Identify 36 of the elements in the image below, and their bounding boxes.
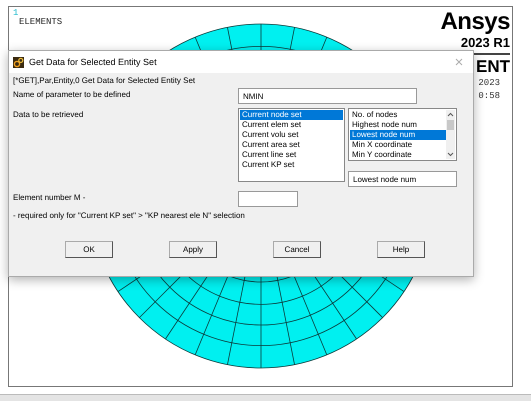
list-item[interactable]: Current area set <box>240 140 343 150</box>
logo: Ansys <box>440 9 510 35</box>
version-label: 2023 R1 <box>460 35 510 50</box>
plot-label: ELEMENTS <box>19 17 62 27</box>
plot-heading: ENT <box>476 57 510 77</box>
note-text: - required only for "Current KP set" > "KP nearest ele N" selection <box>13 211 246 220</box>
time-label: 0:58 <box>478 90 500 103</box>
list-item[interactable]: Current volu set <box>240 130 343 140</box>
scrollbar[interactable] <box>446 110 455 159</box>
list-item[interactable]: Min Y coordinate <box>350 150 446 160</box>
field-label: Data to be retrieved <box>13 109 84 121</box>
list-item[interactable]: Current line set <box>240 150 343 160</box>
list-item[interactable]: Min X coordinate <box>350 140 446 150</box>
list-item[interactable]: Current node set <box>240 110 343 120</box>
field-label: Name of parameter to be defined <box>13 89 132 101</box>
field-label: Element number M - <box>13 192 86 204</box>
item-list[interactable]: No. of nodes Highest node num Lowest node num Min X coordinate Min Y coordinate <box>348 108 457 161</box>
dialog-button[interactable]: Apply <box>169 241 217 258</box>
window-number: 1 <box>13 8 18 18</box>
command-text: [*GET],Par,Entity,0 Get Data for Selected Entity Set <box>13 76 196 87</box>
element-number-field[interactable] <box>238 191 298 207</box>
parameter-name-field[interactable]: NMIN <box>238 88 417 104</box>
entity-list[interactable]: Current node set Current elem set Current volu set Current area set Current line set Current KP set <box>238 108 345 182</box>
dialog-button[interactable]: Help <box>377 241 425 258</box>
list-item[interactable]: Current elem set <box>240 120 343 130</box>
dialog-button[interactable]: Cancel <box>273 241 321 258</box>
date-label: 2023 <box>478 77 500 90</box>
selected-item-field[interactable]: Lowest node num <box>348 171 457 187</box>
dialog-title: Get Data for Selected Entity Set <box>29 57 157 67</box>
gears-icon <box>13 56 24 68</box>
list-item[interactable]: Highest node num <box>350 120 446 130</box>
dialog-button[interactable]: OK <box>65 241 113 258</box>
list-item[interactable]: Lowest node num <box>350 130 446 140</box>
list-item[interactable]: Current KP set <box>240 160 343 170</box>
close-icon[interactable] <box>455 58 463 66</box>
list-item[interactable]: No. of nodes <box>350 110 446 120</box>
